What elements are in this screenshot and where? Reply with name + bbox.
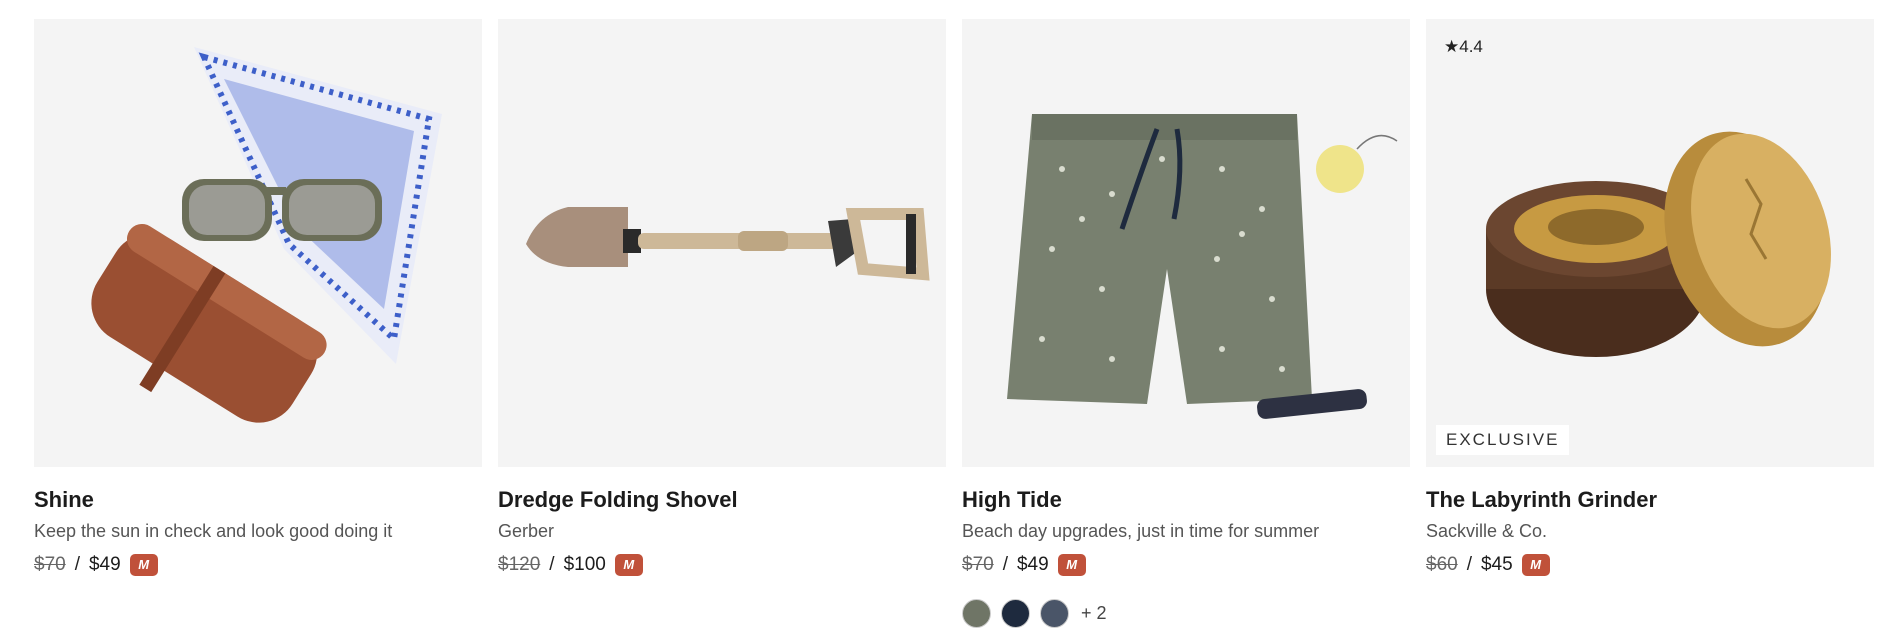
member-price-icon: M bbox=[614, 554, 643, 576]
product-title[interactable]: Shine bbox=[34, 487, 482, 513]
product-card-shovel[interactable]: Dredge Folding Shovel Gerber $120 / $100… bbox=[498, 19, 946, 628]
price-separator: / bbox=[549, 554, 555, 575]
product-title[interactable]: The Labyrinth Grinder bbox=[1426, 487, 1874, 513]
member-price-icon: M bbox=[1057, 554, 1086, 576]
price-row: $70 / $49 M bbox=[962, 553, 1410, 577]
sale-price: $100 bbox=[563, 554, 606, 575]
product-subtitle: Beach day upgrades, just in time for sum… bbox=[962, 521, 1320, 541]
product-title[interactable]: High Tide bbox=[962, 487, 1410, 513]
original-price: $70 bbox=[962, 554, 994, 575]
product-card-shine[interactable]: Shine Keep the sun in check and look goo… bbox=[34, 19, 482, 628]
member-price-icon: M bbox=[129, 554, 158, 576]
product-image-labyrinth-grinder[interactable]: ★4.4 EXCLUSIVE bbox=[1426, 19, 1874, 467]
more-colors-link[interactable]: + 2 bbox=[1081, 603, 1107, 624]
swatch-slate[interactable] bbox=[1040, 599, 1069, 628]
swatch-olive[interactable] bbox=[962, 599, 991, 628]
product-image-shovel[interactable] bbox=[498, 19, 946, 467]
original-price: $120 bbox=[498, 554, 541, 575]
original-price: $60 bbox=[1426, 554, 1458, 575]
swatch-navy[interactable] bbox=[1001, 599, 1030, 628]
sale-price: $45 bbox=[1480, 554, 1513, 575]
sale-price: $49 bbox=[1016, 554, 1049, 575]
price-row: $70 / $49 M bbox=[34, 553, 482, 577]
sale-price: $49 bbox=[88, 554, 121, 575]
product-subtitle: Keep the sun in check and look good doin… bbox=[34, 521, 393, 541]
rating-badge: ★4.4 bbox=[1444, 37, 1483, 56]
original-price: $70 bbox=[34, 554, 66, 575]
member-price-icon: M bbox=[1521, 554, 1550, 576]
folding-shovel-image bbox=[526, 207, 930, 281]
sunglasses-bandana-case-image bbox=[91, 47, 442, 423]
price-row: $60 / $45 M bbox=[1426, 553, 1874, 577]
price-row: $120 / $100 M bbox=[498, 553, 946, 577]
product-title[interactable]: Dredge Folding Shovel bbox=[498, 487, 946, 513]
product-image-shine[interactable] bbox=[34, 19, 482, 467]
swim-shorts-image bbox=[1007, 114, 1398, 419]
product-card-high-tide[interactable]: High Tide Beach day upgrades, just in ti… bbox=[962, 19, 1410, 628]
exclusive-badge: EXCLUSIVE bbox=[1436, 425, 1570, 455]
product-subtitle: Sackville & Co. bbox=[1426, 521, 1548, 541]
product-image-high-tide[interactable] bbox=[962, 19, 1410, 467]
grinder-image bbox=[1486, 131, 1831, 357]
product-subtitle: Gerber bbox=[498, 521, 555, 541]
product-grid: Shine Keep the sun in check and look goo… bbox=[34, 19, 1874, 628]
color-swatches: + 2 bbox=[962, 599, 1410, 628]
price-separator: / bbox=[74, 554, 80, 575]
price-separator: / bbox=[1466, 554, 1472, 575]
price-separator: / bbox=[1002, 554, 1008, 575]
product-card-labyrinth-grinder[interactable]: ★4.4 EXCLUSIVE The Labyrinth Grinder Sac… bbox=[1426, 19, 1874, 628]
